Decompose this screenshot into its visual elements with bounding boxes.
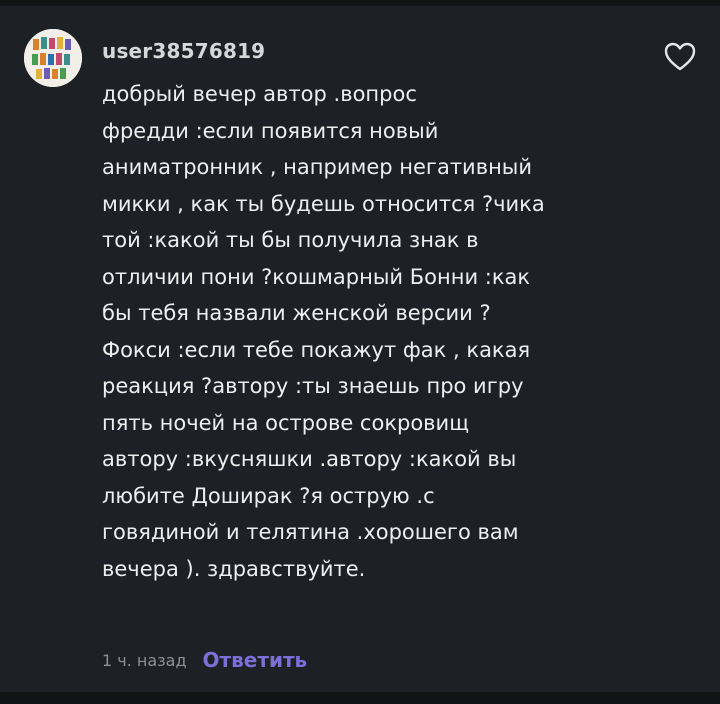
comment-timestamp: 1 ч. назад — [102, 650, 187, 670]
avatar[interactable] — [24, 29, 82, 87]
heart-outline-icon — [664, 42, 696, 71]
comment-card: user38576819 добрый вечер автор .вопрос … — [0, 6, 720, 692]
avatar-image — [24, 29, 82, 87]
comment-text: добрый вечер автор .вопрос фредди :если … — [102, 82, 545, 581]
comment-author[interactable]: user38576819 — [102, 39, 265, 63]
like-button[interactable] — [663, 41, 697, 73]
reply-button[interactable]: Ответить — [203, 648, 308, 672]
comment-meta: 1 ч. назад Ответить — [102, 646, 307, 674]
